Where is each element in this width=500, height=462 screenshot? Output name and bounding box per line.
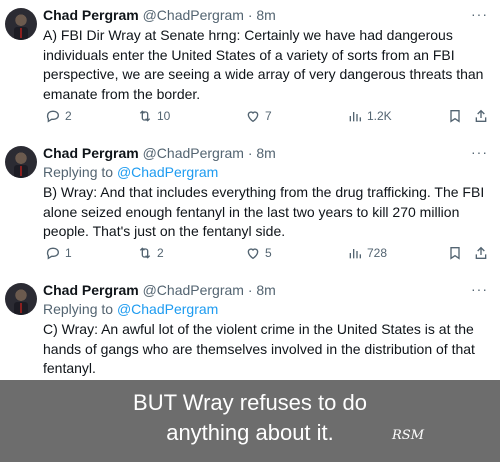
replying-to-handle[interactable]: @ChadPergram xyxy=(117,301,218,317)
share-icon xyxy=(475,109,487,122)
views-button[interactable]: 728 xyxy=(347,245,387,261)
heart-icon xyxy=(247,111,259,123)
views-count: 1.2K xyxy=(367,109,392,123)
like-count: 5 xyxy=(265,246,272,260)
bookmark-icon xyxy=(450,247,460,260)
tweet-actions: 2 10 7 1.2K xyxy=(43,108,493,126)
signature: RSM xyxy=(392,428,425,443)
more-options-button[interactable]: ··· xyxy=(471,6,488,22)
views-icon xyxy=(349,112,361,122)
reply-count: 2 xyxy=(65,109,72,123)
replying-to: Replying to @ChadPergram xyxy=(43,301,218,317)
author-handle-time[interactable]: @ChadPergram · 8m xyxy=(143,7,276,23)
reply-icon xyxy=(46,110,59,123)
bookmark-icon xyxy=(450,110,460,123)
author-handle-time[interactable]: @ChadPergram · 8m xyxy=(143,145,276,161)
reply-icon xyxy=(46,247,59,260)
tweet-header: Chad Pergram @ChadPergram · 8m xyxy=(43,7,276,23)
share-button[interactable] xyxy=(473,245,489,261)
views-count: 728 xyxy=(367,246,388,260)
replying-to-handle[interactable]: @ChadPergram xyxy=(117,164,218,180)
caption-line-1: BUT Wray refuses to do xyxy=(133,390,367,415)
like-count: 7 xyxy=(265,109,272,123)
avatar[interactable] xyxy=(5,283,37,315)
author-handle-time[interactable]: @ChadPergram · 8m xyxy=(143,282,276,298)
like-button[interactable]: 5 xyxy=(245,245,272,261)
tweet-text: C) Wray: An awful lot of the violent cri… xyxy=(43,321,475,376)
retweet-count: 10 xyxy=(157,109,171,123)
retweet-icon xyxy=(139,247,151,259)
replying-to: Replying to @ChadPergram xyxy=(43,164,218,180)
tweet-header: Chad Pergram @ChadPergram · 8m xyxy=(43,145,276,161)
bookmark-button[interactable] xyxy=(447,108,463,124)
reply-button[interactable]: 1 xyxy=(45,245,72,261)
tweet-header: Chad Pergram @ChadPergram · 8m xyxy=(43,282,276,298)
views-button[interactable]: 1.2K xyxy=(347,108,392,124)
replying-to-label: Replying to xyxy=(43,164,117,180)
caption-banner: BUT Wray refuses to do anything about it… xyxy=(0,380,500,462)
avatar[interactable] xyxy=(5,146,37,178)
bookmark-button[interactable] xyxy=(447,245,463,261)
author-name[interactable]: Chad Pergram xyxy=(43,282,139,298)
heart-icon xyxy=(247,248,259,260)
tweet-actions: 1 2 5 728 xyxy=(43,245,493,263)
author-name[interactable]: Chad Pergram xyxy=(43,7,139,23)
like-button[interactable]: 7 xyxy=(245,108,272,124)
avatar[interactable] xyxy=(5,8,37,40)
author-name[interactable]: Chad Pergram xyxy=(43,145,139,161)
more-options-button[interactable]: ··· xyxy=(471,144,488,160)
replying-to-label: Replying to xyxy=(43,301,117,317)
retweet-button[interactable]: 2 xyxy=(137,245,164,261)
tweet-text: B) Wray: And that includes everything fr… xyxy=(43,184,485,239)
tweet-text: A) FBI Dir Wray at Senate hrng: Certainl… xyxy=(43,27,484,102)
more-options-button[interactable]: ··· xyxy=(471,281,488,297)
reply-count: 1 xyxy=(65,246,72,260)
retweet-count: 2 xyxy=(157,246,164,260)
reply-button[interactable]: 2 xyxy=(45,108,72,124)
retweet-button[interactable]: 10 xyxy=(137,108,170,124)
retweet-icon xyxy=(139,110,151,122)
share-button[interactable] xyxy=(473,108,489,124)
views-icon xyxy=(349,249,361,259)
caption-line-2: anything about it. xyxy=(166,420,334,445)
share-icon xyxy=(475,246,487,259)
